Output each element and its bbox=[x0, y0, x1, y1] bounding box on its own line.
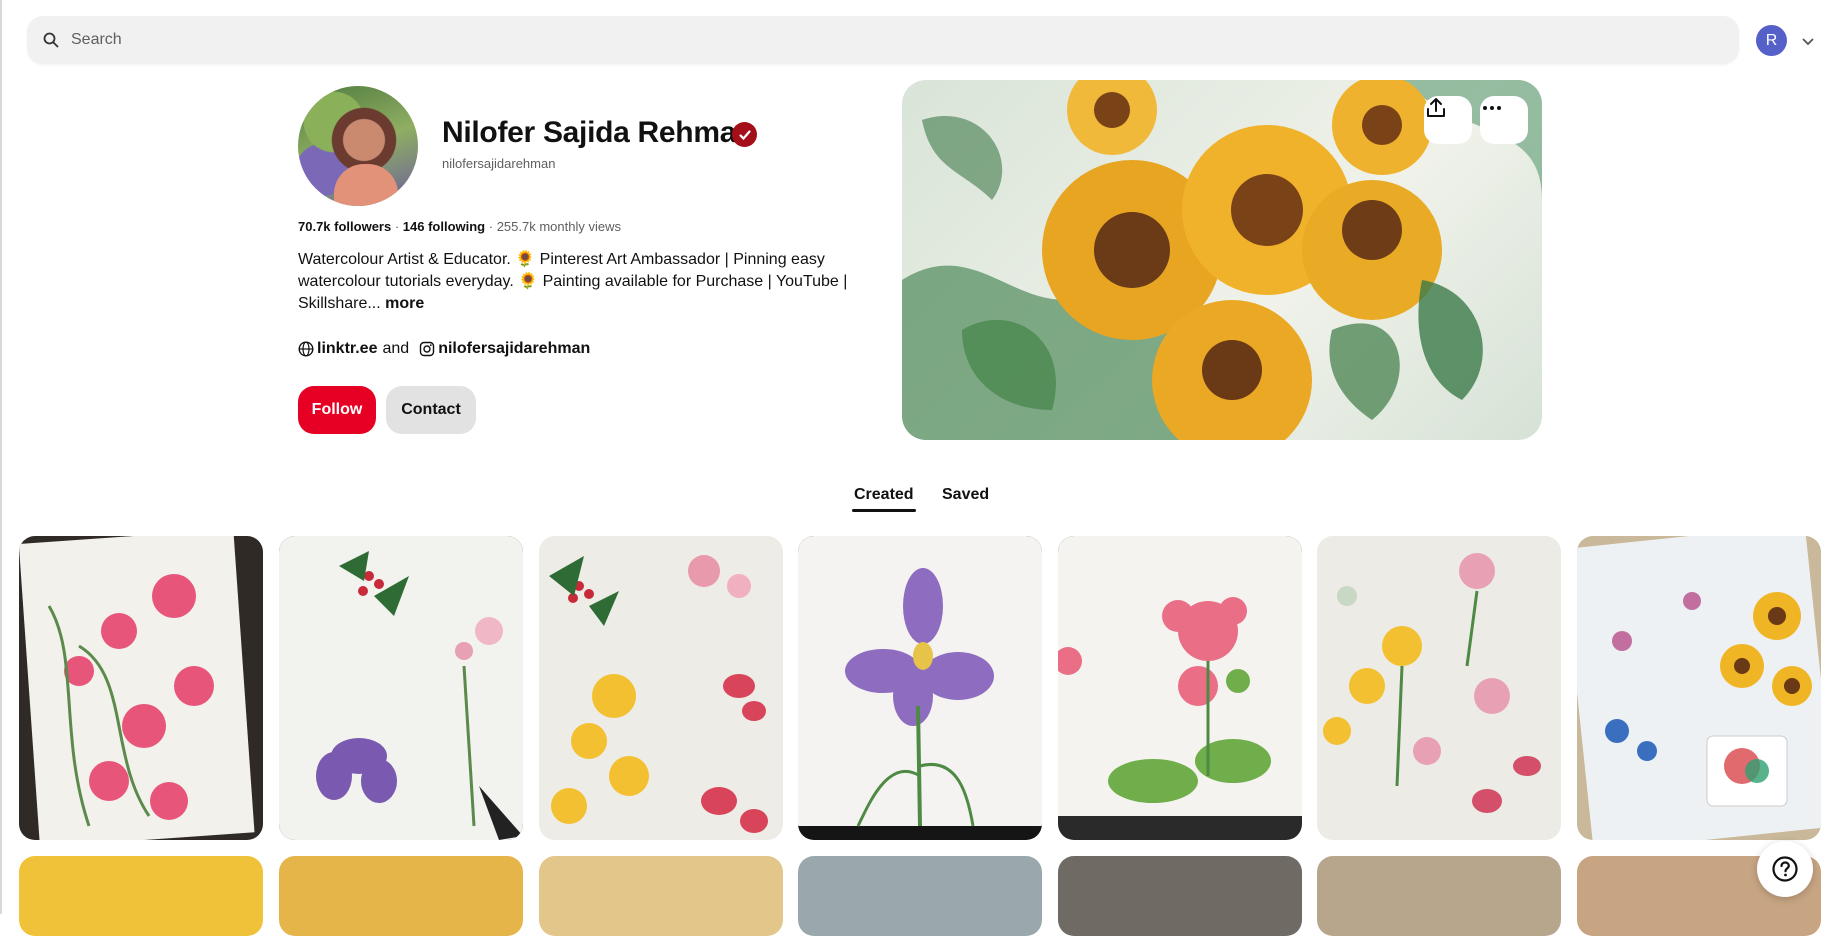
links-conjunction: and bbox=[382, 340, 410, 357]
follow-button[interactable]: Follow bbox=[298, 386, 376, 434]
pin-card[interactable] bbox=[1058, 856, 1302, 936]
pin-card[interactable] bbox=[539, 856, 783, 936]
pin-card[interactable] bbox=[798, 856, 1042, 936]
chevron-down-icon[interactable] bbox=[1798, 31, 1818, 51]
question-icon bbox=[1772, 856, 1798, 882]
pin-card[interactable] bbox=[1317, 856, 1561, 936]
pin-card[interactable] bbox=[1577, 536, 1821, 840]
window-edge bbox=[0, 0, 2, 914]
contact-button[interactable]: Contact bbox=[386, 386, 476, 434]
help-button[interactable] bbox=[1757, 841, 1813, 897]
profile-stats: 70.7k followers · 146 following · 255.7k… bbox=[298, 219, 621, 234]
top-bar: R bbox=[0, 0, 1838, 80]
search-icon bbox=[43, 31, 61, 49]
pin-card[interactable] bbox=[279, 536, 523, 840]
profile-handle: nilofersajidarehman bbox=[442, 156, 556, 171]
pin-card[interactable] bbox=[19, 536, 263, 840]
instagram-icon bbox=[419, 341, 435, 357]
search-bar[interactable] bbox=[27, 16, 1739, 64]
tab-saved[interactable]: Saved bbox=[942, 486, 989, 504]
pin-card[interactable] bbox=[539, 536, 783, 840]
account-avatar[interactable]: R bbox=[1756, 25, 1787, 56]
pin-card[interactable] bbox=[1058, 536, 1302, 840]
share-button[interactable] bbox=[1424, 96, 1472, 144]
bio-line: Skillshare... bbox=[298, 295, 381, 312]
profile-tabs: Created Saved bbox=[0, 484, 1838, 516]
profile-bio: Watercolour Artist & Educator. 🌻 Pintere… bbox=[298, 249, 858, 315]
followers-count[interactable]: 70.7k followers bbox=[298, 219, 391, 234]
tab-created[interactable]: Created bbox=[852, 486, 916, 512]
following-count[interactable]: 146 following bbox=[403, 219, 485, 234]
stats-separator: · bbox=[391, 219, 403, 234]
profile-links: linktr.ee and nilofersajidarehman bbox=[298, 340, 590, 358]
stats-separator: · bbox=[485, 219, 497, 234]
bio-line: Watercolour Artist & Educator. 🌻 Pintere… bbox=[298, 251, 825, 268]
verified-check-icon bbox=[732, 122, 757, 147]
pin-card[interactable] bbox=[19, 856, 263, 936]
more-options-button[interactable] bbox=[1480, 96, 1528, 144]
profile-cover-image bbox=[902, 80, 1542, 440]
search-input[interactable] bbox=[69, 30, 1673, 50]
monthly-views: 255.7k monthly views bbox=[496, 219, 621, 234]
pin-card[interactable] bbox=[279, 856, 523, 936]
bio-line: watercolour tutorials everyday. 🌻 Painti… bbox=[298, 273, 848, 290]
globe-icon bbox=[298, 341, 314, 357]
profile-name: Nilofer Sajida Rehman bbox=[442, 116, 755, 149]
instagram-link[interactable]: nilofersajidarehman bbox=[438, 340, 590, 358]
pin-card[interactable] bbox=[1317, 536, 1561, 840]
pin-card[interactable] bbox=[798, 536, 1042, 840]
bio-more-link[interactable]: more bbox=[385, 295, 424, 312]
website-link[interactable]: linktr.ee bbox=[317, 340, 377, 358]
profile-avatar bbox=[298, 86, 418, 206]
